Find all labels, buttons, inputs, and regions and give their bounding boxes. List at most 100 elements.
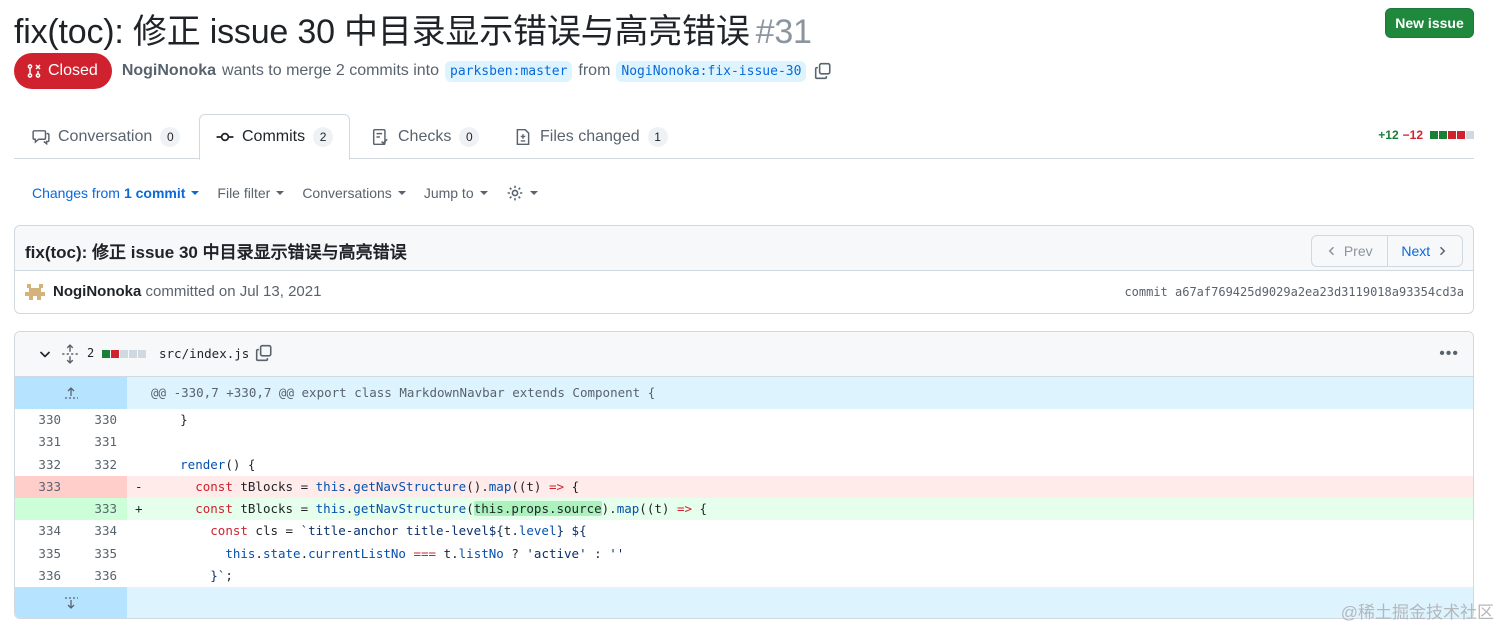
prev-label: Prev bbox=[1343, 243, 1373, 259]
old-line-number[interactable]: 331 bbox=[15, 431, 71, 453]
old-line-number[interactable]: 336 bbox=[15, 565, 71, 587]
commit-pager: Prev Next bbox=[1311, 235, 1463, 267]
new-line-number[interactable]: 336 bbox=[71, 565, 127, 587]
chevron-down-icon bbox=[479, 191, 488, 195]
chevron-down-icon bbox=[276, 191, 285, 195]
changes-count: 1 commit bbox=[123, 185, 186, 201]
new-line-number[interactable]: 334 bbox=[71, 520, 127, 542]
file-change-count: 2 bbox=[87, 346, 95, 360]
diff-line: 335 335 this.state.currentListNo === t.l… bbox=[15, 543, 1473, 565]
tab-label: Commits bbox=[242, 128, 306, 145]
old-line-number[interactable] bbox=[15, 498, 71, 521]
conversations-dropdown[interactable]: Conversations bbox=[302, 185, 406, 201]
commit-meta: NogiNonoka committed on Jul 13, 2021 com… bbox=[15, 271, 1473, 313]
file-diffstat-blocks bbox=[102, 350, 146, 358]
file-diff-icon bbox=[516, 128, 530, 145]
code-text: } bbox=[150, 412, 188, 427]
diff-code: }`; bbox=[135, 568, 233, 584]
tab-files-changed[interactable]: Files changed 1 bbox=[514, 114, 668, 159]
old-line-number[interactable]: 335 bbox=[15, 543, 71, 565]
new-line-number[interactable]: 333 bbox=[71, 498, 127, 521]
tab-count: 0 bbox=[459, 126, 480, 147]
file-filter-dropdown[interactable]: File filter bbox=[217, 185, 285, 201]
new-issue-button[interactable]: New issue bbox=[1385, 8, 1474, 38]
old-line-number[interactable]: 330 bbox=[15, 409, 71, 431]
diff-code: render() { bbox=[180, 456, 256, 472]
diff-code: - const tBlocks = this.getNavStructure()… bbox=[135, 478, 580, 494]
head-branch[interactable]: NogiNonoka:fix-issue-30 bbox=[616, 60, 807, 82]
comment-icon bbox=[32, 129, 50, 145]
pr-title-text: fix(toc): 修正 issue 30 中目录显示错误与高亮错误 bbox=[14, 13, 750, 51]
status-badge: Closed bbox=[14, 53, 112, 89]
next-label: Next bbox=[1401, 243, 1431, 259]
git-commit-icon bbox=[216, 132, 234, 142]
copy-icon[interactable] bbox=[255, 344, 273, 362]
old-line-number[interactable]: 334 bbox=[15, 520, 71, 542]
new-line-number[interactable]: 331 bbox=[71, 431, 127, 453]
commit-author-link[interactable]: NogiNonoka bbox=[53, 283, 141, 300]
diffstat: +12 −12 bbox=[1378, 128, 1474, 142]
kebab-horizontal-icon[interactable]: ••• bbox=[1439, 345, 1459, 363]
diff-line: 331 331 bbox=[15, 431, 1473, 453]
new-line-number[interactable]: 330 bbox=[71, 409, 127, 431]
diff-line: 336 336 }`; bbox=[15, 565, 1473, 587]
diff-code: } bbox=[127, 409, 1473, 431]
diff-settings-dropdown[interactable] bbox=[506, 184, 538, 202]
new-line-number[interactable]: 335 bbox=[71, 543, 127, 565]
merge-text: wants to merge 2 commits into bbox=[222, 62, 439, 79]
file-diff: 2 src/index.js ••• @@ -330,7 +330,7 @@ e… bbox=[14, 331, 1474, 619]
tab-label: Files changed bbox=[540, 127, 640, 145]
diff-sign: + bbox=[135, 501, 143, 517]
old-line-number[interactable]: 332 bbox=[15, 454, 71, 476]
diffstat-deletions: −12 bbox=[1402, 128, 1423, 142]
tab-count: 1 bbox=[647, 126, 668, 147]
git-pull-request-closed-icon bbox=[27, 64, 41, 78]
tab-count: 2 bbox=[313, 127, 334, 147]
base-branch[interactable]: parksben:master bbox=[445, 60, 573, 82]
committed-text: committed on Jul 13, 2021 bbox=[145, 283, 322, 300]
diff-line-deleted: 333 - const tBlocks = this.getNavStructu… bbox=[15, 475, 1473, 499]
diff-code bbox=[127, 431, 1473, 453]
checklist-icon bbox=[372, 128, 388, 145]
chevron-down-icon[interactable] bbox=[37, 346, 53, 362]
tab-conversation[interactable]: Conversation 0 bbox=[32, 114, 181, 159]
diffstat-blocks bbox=[1429, 131, 1474, 139]
chevron-down-icon bbox=[397, 191, 406, 195]
jump-to-dropdown[interactable]: Jump to bbox=[424, 185, 488, 201]
prev-commit-button[interactable]: Prev bbox=[1312, 236, 1388, 266]
new-line-number[interactable] bbox=[71, 475, 127, 499]
next-commit-button[interactable]: Next bbox=[1388, 236, 1463, 266]
file-path[interactable]: src/index.js bbox=[159, 346, 249, 361]
old-line-number[interactable]: 333 bbox=[15, 475, 71, 499]
copy-icon bbox=[815, 62, 831, 80]
tab-commits[interactable]: Commits 2 bbox=[199, 114, 351, 160]
conversations-label: Conversations bbox=[302, 185, 392, 201]
diff-sign: - bbox=[135, 478, 143, 494]
from-text: from bbox=[578, 62, 611, 79]
tab-label: Conversation bbox=[58, 127, 153, 145]
chevron-left-icon bbox=[1328, 246, 1334, 256]
tab-checks[interactable]: Checks 0 bbox=[372, 114, 480, 159]
expand-down-button[interactable] bbox=[15, 587, 127, 618]
diff-code: + const tBlocks = this.getNavStructure(t… bbox=[135, 501, 708, 517]
commit-box: fix(toc): 修正 issue 30 中目录显示错误与高亮错误 Prev … bbox=[14, 225, 1474, 314]
fold-up-icon bbox=[65, 387, 78, 399]
new-line-number[interactable]: 332 bbox=[71, 454, 127, 476]
watermark: @稀土掘金技术社区 bbox=[1340, 603, 1494, 622]
unfold-icon[interactable] bbox=[61, 344, 79, 364]
commit-byline: NogiNonoka committed on Jul 13, 2021 bbox=[53, 283, 321, 300]
copy-branch-button[interactable] bbox=[812, 60, 834, 82]
commit-header: fix(toc): 修正 issue 30 中目录显示错误与高亮错误 Prev … bbox=[15, 226, 1473, 271]
file-header: 2 src/index.js ••• bbox=[15, 332, 1473, 377]
pr-author-link[interactable]: NogiNonoka bbox=[122, 62, 216, 80]
avatar[interactable] bbox=[25, 282, 45, 302]
hunk-footer-row bbox=[15, 587, 1473, 618]
commit-sha: commit a67af769425d9029a2ea23d3119018a93… bbox=[1124, 285, 1464, 299]
pr-meta-row: Closed NogiNonoka wants to merge 2 commi… bbox=[14, 53, 834, 89]
merge-description: NogiNonoka wants to merge 2 commits into… bbox=[122, 60, 835, 82]
changes-from-dropdown[interactable]: Changes from 1 commit bbox=[32, 185, 200, 201]
diff-line: 334 334 const cls = `title-anchor title-… bbox=[15, 520, 1473, 542]
expand-up-button[interactable] bbox=[15, 377, 127, 409]
file-filter-label: File filter bbox=[217, 185, 271, 201]
diffstat-additions: +12 bbox=[1378, 128, 1399, 142]
